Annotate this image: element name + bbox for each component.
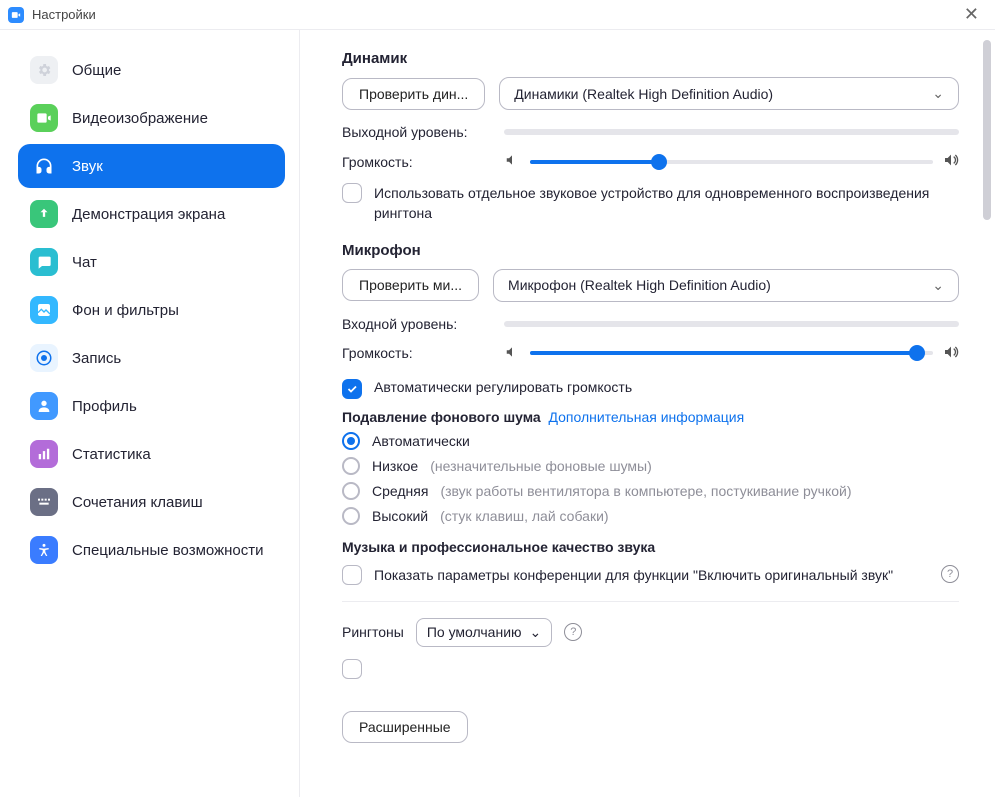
mic-volume-slider[interactable] [530,351,933,355]
chevron-down-icon: ⌄ [932,85,944,102]
speaker-heading: Динамик [342,50,959,67]
noise-low-hint: (незначительные фоновые шумы) [430,458,652,474]
main-panel: Динамик Проверить дин... Динамики (Realt… [300,30,995,797]
separate-ringtone-label: Использовать отдельное звуковое устройст… [374,183,959,224]
help-icon[interactable]: ? [564,623,582,641]
headphones-icon [30,152,58,180]
music-heading: Музыка и профессиональное качество звука [342,539,959,555]
sidebar-item-label: Демонстрация экрана [72,206,225,223]
input-level-label: Входной уровень: [342,316,504,332]
noise-med-label: Средняя [372,483,428,499]
speaker-high-icon [943,152,959,171]
speaker-volume-slider[interactable] [530,160,933,164]
noise-auto-label: Автоматически [372,433,470,449]
sidebar-item-label: Общие [72,62,121,79]
share-screen-icon [30,200,58,228]
video-icon [30,104,58,132]
sidebar: Общие Видеоизображение Звук Демонстрация… [0,30,300,797]
input-level-meter [504,321,959,327]
noise-med-hint: (звук работы вентилятора в компьютере, п… [440,483,851,499]
keyboard-icon [30,488,58,516]
noise-low-radio[interactable] [342,457,360,475]
mic-device-select[interactable]: Микрофон (Realtek High Definition Audio)… [493,269,959,302]
original-sound-label: Показать параметры конференции для функц… [374,565,929,585]
gear-icon [30,56,58,84]
noise-high-hint: (стук клавиш, лай собаки) [440,508,608,524]
sidebar-item-general[interactable]: Общие [18,48,285,92]
app-icon [8,7,24,23]
test-mic-button[interactable]: Проверить ми... [342,269,479,301]
chat-icon [30,248,58,276]
sidebar-item-label: Сочетания клавиш [72,494,203,511]
chevron-down-icon: ⌄ [530,624,542,641]
output-level-meter [504,129,959,135]
divider [342,601,959,602]
record-icon [30,344,58,372]
background-icon [30,296,58,324]
noise-more-info-link[interactable]: Дополнительная информация [548,409,744,425]
window-title: Настройки [32,7,956,22]
noise-high-label: Высокий [372,508,428,524]
truncated-checkbox[interactable] [342,659,362,679]
mic-device-value: Микрофон (Realtek High Definition Audio) [508,277,771,293]
sidebar-item-shortcuts[interactable]: Сочетания клавиш [18,480,285,524]
titlebar: Настройки ✕ [0,0,995,30]
auto-adjust-label: Автоматически регулировать громкость [374,379,632,395]
sidebar-item-label: Чат [72,254,97,271]
test-speaker-button[interactable]: Проверить дин... [342,78,485,110]
sidebar-item-label: Статистика [72,446,151,463]
scrollbar[interactable] [983,40,991,220]
close-icon[interactable]: ✕ [956,4,987,25]
speaker-low-icon [504,345,520,362]
sidebar-item-profile[interactable]: Профиль [18,384,285,428]
advanced-button[interactable]: Расширенные [342,711,468,743]
sidebar-item-label: Запись [72,350,121,367]
noise-med-radio[interactable] [342,482,360,500]
sidebar-item-label: Звук [72,158,103,175]
speaker-high-icon [943,344,959,363]
sidebar-item-statistics[interactable]: Статистика [18,432,285,476]
speaker-device-select[interactable]: Динамики (Realtek High Definition Audio)… [499,77,959,110]
ringtone-select[interactable]: По умолчанию ⌄ [416,618,552,647]
profile-icon [30,392,58,420]
sidebar-item-label: Видеоизображение [72,110,208,127]
speaker-low-icon [504,153,520,170]
sidebar-item-chat[interactable]: Чат [18,240,285,284]
noise-high-radio[interactable] [342,507,360,525]
separate-ringtone-checkbox[interactable] [342,183,362,203]
sidebar-item-label: Профиль [72,398,137,415]
sidebar-item-recording[interactable]: Запись [18,336,285,380]
original-sound-checkbox[interactable] [342,565,362,585]
auto-adjust-checkbox[interactable] [342,379,362,399]
sidebar-item-label: Специальные возможности [72,542,264,559]
noise-auto-radio[interactable] [342,432,360,450]
chevron-down-icon: ⌄ [932,277,944,294]
noise-heading: Подавление фонового шума [342,409,541,425]
mic-volume-label: Громкость: [342,345,504,361]
output-level-label: Выходной уровень: [342,124,504,140]
speaker-volume-label: Громкость: [342,154,504,170]
stats-icon [30,440,58,468]
accessibility-icon [30,536,58,564]
sidebar-item-background[interactable]: Фон и фильтры [18,288,285,332]
sidebar-item-video[interactable]: Видеоизображение [18,96,285,140]
sidebar-item-accessibility[interactable]: Специальные возможности [18,528,285,572]
mic-heading: Микрофон [342,242,959,259]
ringtone-value: По умолчанию [427,624,522,640]
ringtone-label: Рингтоны [342,624,404,640]
sidebar-item-share-screen[interactable]: Демонстрация экрана [18,192,285,236]
help-icon[interactable]: ? [941,565,959,583]
speaker-device-value: Динамики (Realtek High Definition Audio) [514,86,773,102]
sidebar-item-label: Фон и фильтры [72,302,179,319]
sidebar-item-audio[interactable]: Звук [18,144,285,188]
noise-low-label: Низкое [372,458,418,474]
